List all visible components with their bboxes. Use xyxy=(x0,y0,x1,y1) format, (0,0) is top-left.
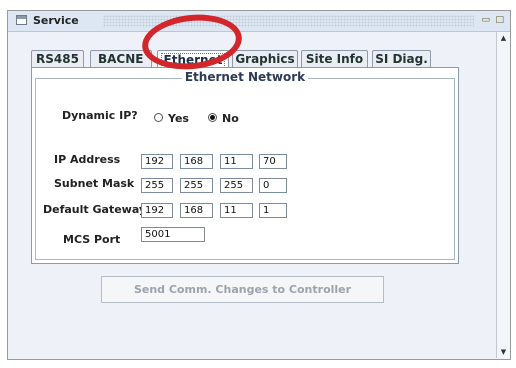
gateway-octet-3-field[interactable]: 11 xyxy=(220,203,253,218)
window-icon xyxy=(16,15,27,25)
dynamic-ip-no-label[interactable]: No xyxy=(222,112,239,125)
tab-bacnet[interactable]: BACNE xyxy=(90,50,152,68)
subnet-octet-4-field[interactable]: 0 xyxy=(259,178,287,193)
subnet-octet-2-field[interactable]: 255 xyxy=(180,178,213,193)
subnet-octet-1-field[interactable]: 255 xyxy=(141,178,173,193)
mcs-port-label: MCS Port xyxy=(63,233,121,246)
service-window: Service ▭ □ RS485 BACNE Ethernet Graphic… xyxy=(7,10,511,360)
tab-label: SI Diag. xyxy=(375,52,428,66)
tab-label: BACNE xyxy=(98,52,144,66)
tab-label: Site Info xyxy=(305,52,364,66)
ip-octet-3-field[interactable]: 11 xyxy=(220,154,253,169)
content-area: RS485 BACNE Ethernet Graphics Site Info … xyxy=(9,32,496,358)
ip-octet-4-field[interactable]: 70 xyxy=(259,154,287,169)
gateway-octet-1-field[interactable]: 192 xyxy=(141,203,173,218)
mcs-port-field[interactable]: 5001 xyxy=(141,227,205,242)
scroll-down-icon[interactable]: ▼ xyxy=(497,346,510,358)
dynamic-ip-yes-label[interactable]: Yes xyxy=(168,112,189,125)
ip-octet-2-field[interactable]: 168 xyxy=(180,154,213,169)
tab-rs485[interactable]: RS485 xyxy=(31,50,84,68)
title-bar: Service ▭ □ xyxy=(8,11,510,32)
subnet-octet-3-field[interactable]: 255 xyxy=(220,178,253,193)
ip-address-label: IP Address xyxy=(54,153,121,166)
default-gateway-label: Default Gateway xyxy=(43,203,147,216)
subnet-mask-label: Subnet Mask xyxy=(54,177,135,190)
vertical-scrollbar[interactable]: ▲ ▼ xyxy=(496,32,510,358)
restore-icon[interactable]: ▭ xyxy=(481,14,490,26)
tab-label: RS485 xyxy=(36,52,79,66)
dynamic-ip-no-radio[interactable] xyxy=(208,113,217,122)
tab-graphics[interactable]: Graphics xyxy=(232,50,298,68)
ip-octet-1-field[interactable]: 192 xyxy=(141,154,173,169)
scroll-up-icon[interactable]: ▲ xyxy=(497,32,510,44)
dynamic-ip-label: Dynamic IP? xyxy=(62,109,138,122)
send-comm-changes-button[interactable]: Send Comm. Changes to Controller xyxy=(101,276,384,303)
dynamic-ip-yes-radio[interactable] xyxy=(154,113,163,122)
tab-label: Graphics xyxy=(235,52,295,66)
ethernet-network-group: Ethernet Network Dynamic IP? Yes No IP A… xyxy=(35,70,455,260)
gateway-octet-2-field[interactable]: 168 xyxy=(180,203,213,218)
maximize-icon[interactable]: □ xyxy=(495,14,504,26)
tab-site-info[interactable]: Site Info xyxy=(301,50,368,68)
group-title: Ethernet Network xyxy=(181,70,309,84)
ethernet-panel: Ethernet Network Dynamic IP? Yes No IP A… xyxy=(31,67,459,264)
tab-si-diag[interactable]: SI Diag. xyxy=(372,50,431,68)
gateway-octet-4-field[interactable]: 1 xyxy=(259,203,287,218)
window-title: Service xyxy=(33,14,79,27)
